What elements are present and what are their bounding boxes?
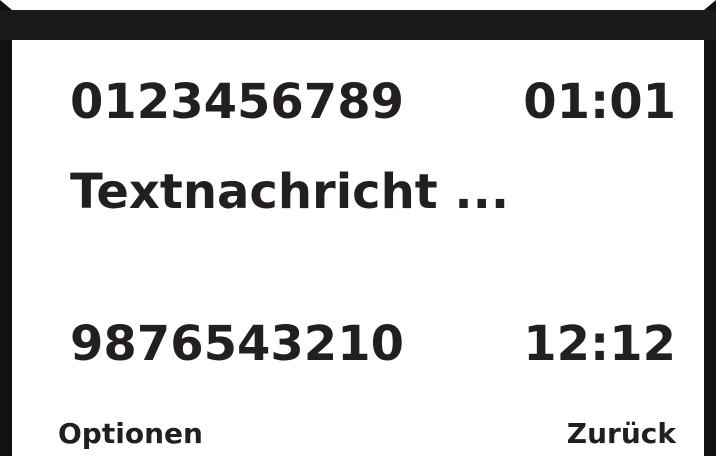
message-preview: Textnachricht ... — [70, 164, 510, 220]
softkey-bar: Optionen Zurück — [12, 406, 704, 456]
message-time: 12:12 — [523, 316, 676, 372]
message-item-1[interactable]: 0123456789 01:01 Textnachricht ... — [70, 78, 676, 216]
options-softkey[interactable]: Optionen — [58, 420, 203, 448]
status-bar — [0, 10, 716, 40]
back-softkey[interactable]: Zurück — [567, 420, 676, 448]
message-list: 0123456789 01:01 Textnachricht ... 98765… — [12, 40, 704, 456]
sender-number: 0123456789 — [70, 74, 404, 130]
sender-number: 9876543210 — [70, 316, 404, 372]
message-item-2[interactable]: 9876543210 12:12 — [70, 320, 676, 368]
message-header: 0123456789 01:01 — [70, 78, 676, 126]
phone-screen: 0123456789 01:01 Textnachricht ... 98765… — [0, 0, 716, 456]
message-header: 9876543210 12:12 — [70, 320, 676, 368]
message-time: 01:01 — [523, 74, 676, 130]
